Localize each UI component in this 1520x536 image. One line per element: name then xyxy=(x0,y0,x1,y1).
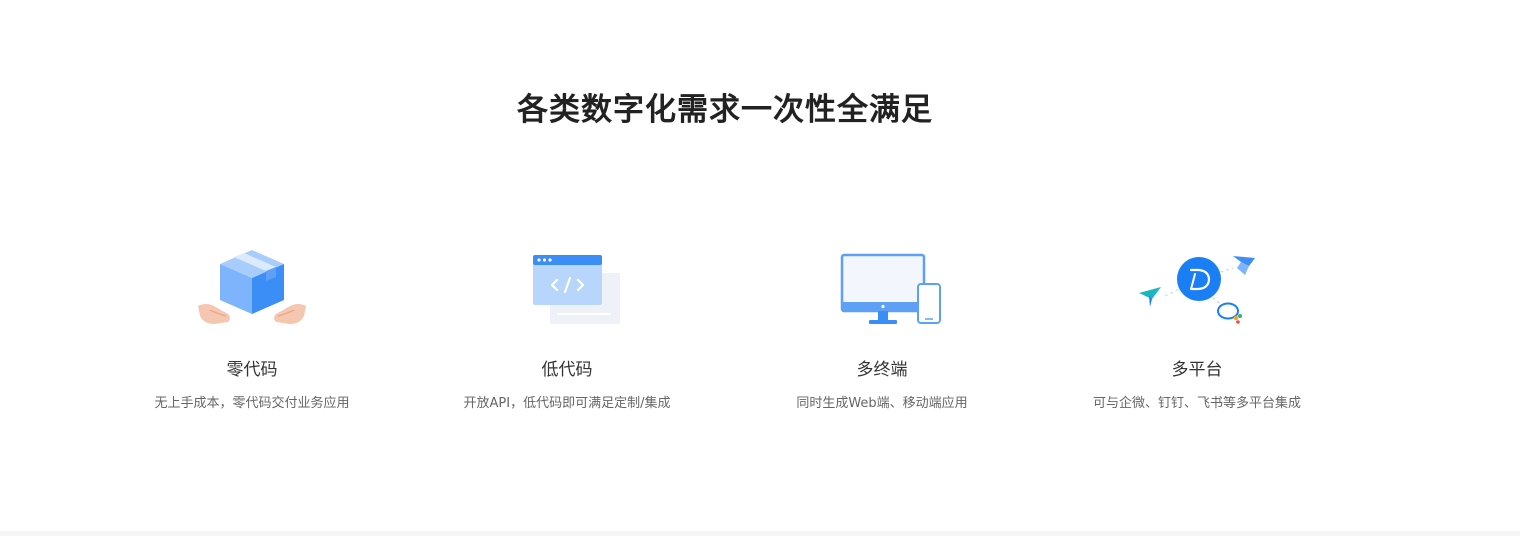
feature-low-code: 低代码 开放API，低代码即可满足定制/集成 xyxy=(437,244,697,412)
feature-description: 无上手成本，零代码交付业务应用 xyxy=(154,396,350,411)
code-window-icon xyxy=(507,244,627,334)
feature-name: 多终端 xyxy=(856,360,908,380)
feature-zero-code: 零代码 无上手成本，零代码交付业务应用 xyxy=(122,244,382,412)
platforms-icon xyxy=(1137,244,1257,334)
feature-description: 开放API，低代码即可满足定制/集成 xyxy=(463,396,671,411)
box-in-hands-icon xyxy=(192,244,312,334)
feature-multi-platform: 多平台 可与企微、钉钉、飞书等多平台集成 xyxy=(1067,244,1327,412)
feature-multi-terminal: 多终端 同时生成Web端、移动端应用 xyxy=(752,244,1012,412)
feature-name: 零代码 xyxy=(226,360,278,380)
feature-name: 多平台 xyxy=(1171,360,1223,380)
features-section: 各类数字化需求一次性全满足 零代码 无上手成本，零代码交付业务应用 低代码 开放… xyxy=(0,0,1520,536)
feature-name: 低代码 xyxy=(541,360,593,380)
feature-description: 同时生成Web端、移动端应用 xyxy=(796,396,968,411)
feature-description: 可与企微、钉钉、飞书等多平台集成 xyxy=(1092,396,1301,411)
section-title: 各类数字化需求一次性全满足 xyxy=(517,92,933,128)
section-divider xyxy=(0,531,1520,536)
devices-icon xyxy=(822,244,942,334)
